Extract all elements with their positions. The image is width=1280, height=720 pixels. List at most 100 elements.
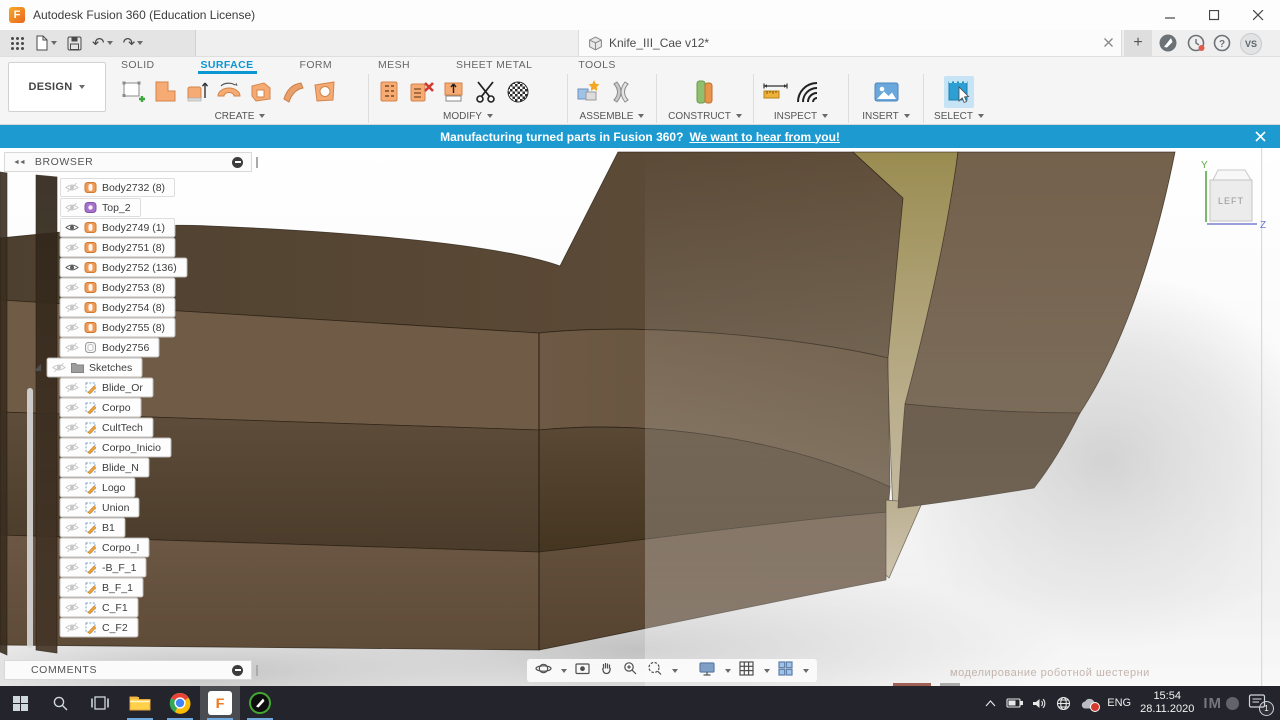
taskbar-clock[interactable]: 15:54 28.11.2020	[1140, 690, 1194, 716]
job-status-button[interactable]	[1186, 33, 1206, 53]
browser-item[interactable]: Body2753 (8)	[60, 278, 176, 297]
browser-item[interactable]: Body2756	[60, 338, 160, 357]
chevron-down-icon[interactable]	[672, 668, 678, 673]
browser-item[interactable]: Blide_Or	[60, 378, 153, 397]
orbit-button[interactable]	[535, 660, 552, 682]
browser-item[interactable]: C_F2	[60, 618, 138, 637]
taskbar-fusion360[interactable]: F	[200, 686, 240, 720]
visibility-eye-icon[interactable]	[65, 562, 79, 573]
browser-item[interactable]: B1	[60, 518, 125, 537]
visibility-eye-icon[interactable]	[65, 482, 79, 493]
construct-dropdown[interactable]: CONSTRUCT	[663, 110, 747, 122]
document-tab-close-button[interactable]	[1104, 34, 1113, 52]
surface-patch-button[interactable]	[150, 76, 180, 108]
banner-close-button[interactable]	[1255, 129, 1266, 147]
tab-tools[interactable]: TOOLS	[575, 57, 618, 74]
visibility-eye-icon[interactable]	[65, 602, 79, 613]
visibility-eye-icon[interactable]	[65, 222, 79, 233]
modify-dropdown[interactable]: MODIFY	[375, 110, 561, 122]
visibility-eye-icon[interactable]	[65, 242, 79, 253]
surface-offset-button[interactable]	[310, 76, 340, 108]
panel-options-icon[interactable]	[232, 664, 243, 676]
display-settings-button[interactable]	[698, 660, 716, 682]
banner-link[interactable]: We want to hear from you!	[689, 130, 839, 144]
browser-item[interactable]: -B_F_1	[60, 558, 147, 577]
file-menu-button[interactable]	[35, 35, 57, 51]
visibility-eye-icon[interactable]	[65, 302, 79, 313]
insert-dropdown[interactable]: INSERT	[855, 110, 917, 122]
browser-item[interactable]: Top_2	[60, 198, 141, 217]
panel-grip[interactable]	[256, 157, 258, 168]
action-center-button[interactable]: 1	[1248, 693, 1274, 716]
browser-item[interactable]: Body2751 (8)	[60, 238, 176, 257]
pan-button[interactable]	[598, 660, 615, 682]
browser-item[interactable]: Corpo	[60, 398, 141, 417]
modify-form-button[interactable]	[375, 76, 405, 108]
surface-extrude-button[interactable]	[182, 76, 212, 108]
browser-item[interactable]: Corpo_Inicio	[60, 438, 171, 457]
construct-plane-button[interactable]	[690, 76, 720, 108]
visibility-eye-icon[interactable]	[65, 342, 79, 353]
expand-triangle-icon[interactable]	[33, 363, 42, 372]
browser-item[interactable]: Logo	[60, 478, 136, 497]
start-button[interactable]	[0, 686, 40, 720]
inspect-dropdown[interactable]: INSPECT	[760, 110, 842, 122]
grid-snap-button[interactable]	[738, 660, 755, 682]
visibility-eye-icon[interactable]	[65, 582, 79, 593]
viewcube[interactable]: Y LEFT Z	[1193, 156, 1268, 238]
chevron-down-icon[interactable]	[764, 668, 770, 673]
panel-grip[interactable]	[256, 665, 258, 676]
chevron-down-icon[interactable]	[803, 668, 809, 673]
visibility-eye-icon[interactable]	[65, 382, 79, 393]
assemble-dropdown[interactable]: ASSEMBLE	[574, 110, 650, 122]
insert-canvas-button[interactable]	[871, 76, 901, 108]
language-indicator[interactable]: ENG	[1107, 697, 1131, 709]
minimize-button[interactable]	[1148, 0, 1192, 30]
task-view-button[interactable]	[80, 686, 120, 720]
close-button[interactable]	[1236, 0, 1280, 30]
visibility-eye-icon[interactable]	[65, 202, 79, 213]
browser-item[interactable]: Sketches	[33, 358, 143, 377]
workspace-selector[interactable]: DESIGN	[8, 62, 106, 112]
reverse-normal-button[interactable]	[439, 76, 469, 108]
visibility-eye-icon[interactable]	[65, 622, 79, 633]
tab-solid[interactable]: SOLID	[118, 57, 158, 74]
zoom-button[interactable]	[622, 660, 639, 682]
visibility-eye-icon[interactable]	[65, 182, 79, 193]
save-button[interactable]	[67, 36, 82, 51]
volume-icon[interactable]	[1032, 697, 1047, 710]
comments-panel-header[interactable]: COMMENTS	[4, 660, 258, 680]
taskbar-file-explorer[interactable]	[120, 686, 160, 720]
browser-item[interactable]: C_F1	[60, 598, 138, 617]
zoom-window-button[interactable]	[646, 660, 663, 682]
browser-item[interactable]: Body2732 (8)	[60, 178, 176, 197]
visibility-eye-icon[interactable]	[65, 282, 79, 293]
taskbar-recorder-app[interactable]	[240, 686, 280, 720]
tab-sheet-metal[interactable]: SHEET METAL	[453, 57, 535, 74]
tray-chevron-icon[interactable]	[984, 699, 997, 708]
delete-face-button[interactable]	[407, 76, 437, 108]
stitch-button[interactable]	[503, 76, 533, 108]
network-globe-icon[interactable]	[1056, 696, 1071, 711]
measure-button[interactable]	[760, 76, 790, 108]
tab-form[interactable]: FORM	[297, 57, 336, 74]
visibility-eye-icon[interactable]	[65, 422, 79, 433]
data-panel-grid-icon[interactable]	[10, 36, 25, 51]
create-dropdown[interactable]: CREATE	[118, 110, 362, 122]
maximize-button[interactable]	[1192, 0, 1236, 30]
chevron-down-icon[interactable]	[561, 668, 567, 673]
surface-revolve-button[interactable]	[214, 76, 244, 108]
browser-item[interactable]: Body2755 (8)	[60, 318, 176, 337]
undo-button[interactable]: ↶	[92, 36, 113, 51]
visibility-eye-icon[interactable]	[65, 442, 79, 453]
visibility-eye-icon[interactable]	[65, 462, 79, 473]
visibility-eye-icon[interactable]	[65, 522, 79, 533]
surface-sweep-button[interactable]	[246, 76, 276, 108]
tab-mesh[interactable]: MESH	[375, 57, 413, 74]
visibility-eye-icon[interactable]	[65, 542, 79, 553]
visibility-eye-icon[interactable]	[65, 402, 79, 413]
collapse-panel-icon[interactable]: ◄◄	[13, 159, 26, 166]
browser-item[interactable]: B_F_1	[60, 578, 143, 597]
cloud-sync-icon[interactable]	[1080, 697, 1101, 712]
viewcube-top-face[interactable]	[1212, 169, 1252, 181]
